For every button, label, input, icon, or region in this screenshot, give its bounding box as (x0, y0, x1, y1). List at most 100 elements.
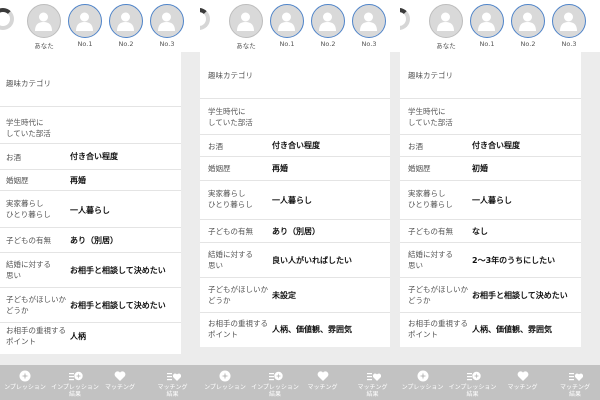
avatar-header: あなた No.1 No.2 No.3 (200, 0, 400, 52)
row-priority: お相手の重視する ポイント 人柄 (0, 323, 181, 354)
heart-icon (317, 371, 328, 381)
tab-label: ンプレッション (204, 384, 246, 391)
tab-label: インプレッション 結果 (51, 384, 99, 398)
avatar-label: No.3 (159, 40, 175, 48)
label-living: 実家暮らし ひとり暮らし (208, 189, 253, 209)
value-thoughts: お相手と相談して決めたい (70, 266, 166, 275)
row-alcohol: お酒 付き合い程度 (400, 135, 581, 157)
row-alcohol: お酒 付き合い程度 (200, 135, 390, 157)
tab-label: ンプレッション (401, 384, 444, 391)
avatar-label: No.2 (320, 40, 336, 48)
row-priority: お相手の重視する ポイント 人柄、価値観、雰囲気 (400, 313, 581, 347)
row-hobby: 趣味カテゴリ (400, 52, 581, 99)
tab-matching-results[interactable]: マッチング 結果 (150, 365, 195, 400)
tab-label: マッチング (507, 384, 538, 391)
value-priority: 人柄 (70, 332, 86, 341)
tab-label: ンプレッション (4, 384, 46, 391)
avatar-no1[interactable] (270, 4, 304, 38)
tab-impression[interactable]: ンプレッション (200, 365, 250, 400)
avatar-self[interactable] (429, 4, 463, 38)
label-club: 学生時代に していた部活 (208, 107, 253, 127)
avatar-no3[interactable] (150, 4, 184, 38)
value-marriage: 初婚 (472, 164, 488, 173)
row-club: 学生時代に していた部活 (400, 99, 581, 135)
list-sparkle-icon (69, 371, 83, 381)
row-club: 学生時代に していた部活 (200, 99, 390, 135)
label-thoughts: 結婚に対する 思い (208, 250, 253, 270)
avatar-no3[interactable] (552, 4, 586, 38)
avatar-no2[interactable] (511, 4, 545, 38)
row-thoughts: 結婚に対する 思い 2〜3年のうちにしたい (400, 243, 581, 278)
avatar-label: No.2 (520, 40, 536, 48)
label-marriage: 婚姻歴 (408, 164, 431, 173)
tab-label: マッチング (104, 384, 135, 391)
row-hobby: 趣味カテゴリ (0, 52, 181, 107)
tab-label: マッチング 結果 (357, 384, 388, 398)
avatar-self[interactable] (229, 4, 263, 38)
row-club: 学生時代に していた部活 (0, 107, 181, 144)
value-want-children: 未設定 (272, 291, 296, 300)
avatar-label: あなた (34, 42, 54, 50)
value-priority: 人柄、価値観、雰囲気 (472, 325, 552, 334)
value-alcohol: 付き合い程度 (272, 141, 320, 150)
avatar-no3[interactable] (352, 4, 386, 38)
label-thoughts: 結婚に対する 思い (6, 260, 51, 280)
label-club: 学生時代に していた部活 (6, 118, 51, 138)
value-living: 一人暮らし (472, 196, 512, 205)
label-priority: お相手の重視する ポイント (6, 326, 66, 346)
loading-spinner-icon (0, 8, 14, 30)
profile-card: 趣味カテゴリ 学生時代に していた部活 お酒 付き合い程度 婚姻歴 再婚 実家暮ら… (0, 52, 181, 354)
row-marriage: 婚姻歴 再婚 (200, 157, 390, 181)
label-marriage: 婚姻歴 (6, 176, 29, 185)
avatar-label: No.3 (361, 40, 377, 48)
tab-matching[interactable]: マッチング (500, 365, 545, 400)
avatar-label: No.3 (561, 40, 577, 48)
value-marriage: 再婚 (70, 176, 86, 185)
label-hobby: 趣味カテゴリ (408, 71, 453, 80)
tab-matching-results[interactable]: マッチング 結果 (550, 365, 600, 400)
tab-matching[interactable]: マッチング (300, 365, 345, 400)
profile-compare-panel-1: あなた No.1 No.2 No.3 趣味カテゴリ 学生時代に していた部活 お酒… (0, 0, 200, 400)
avatar-no1[interactable] (470, 4, 504, 38)
list-heart-icon (166, 373, 181, 381)
row-want-children: 子どもがほしいか どうか お相手と相談して決めたい (0, 288, 181, 323)
profile-card: 趣味カテゴリ 学生時代に していた部活 お酒 付き合い程度 婚姻歴 初婚 実家暮ら… (400, 52, 581, 347)
profile-card: 趣味カテゴリ 学生時代に していた部活 お酒 付き合い程度 婚姻歴 再婚 実家暮ら… (200, 52, 390, 347)
row-children: 子どもの有無 あり（別居） (200, 220, 390, 243)
avatar-no2[interactable] (109, 4, 143, 38)
label-want-children: 子どもがほしいか どうか (208, 285, 268, 305)
profile-compare-panel-3: あなた No.1 No.2 No.3 趣味カテゴリ 学生時代に していた部活 お酒… (400, 0, 600, 400)
row-thoughts: 結婚に対する 思い 良い人がいればしたい (200, 243, 390, 278)
label-priority: お相手の重視する ポイント (408, 319, 468, 339)
tab-impression-results[interactable]: インプレッション 結果 (50, 365, 100, 400)
value-alcohol: 付き合い程度 (472, 141, 520, 150)
avatar-no1[interactable] (68, 4, 102, 38)
row-children: 子どもの有無 なし (400, 220, 581, 243)
tab-impression-results[interactable]: インプレッション 結果 (250, 365, 300, 400)
avatar-label: No.1 (479, 40, 495, 48)
label-want-children: 子どもがほしいか どうか (6, 295, 66, 315)
row-hobby: 趣味カテゴリ (200, 52, 390, 99)
label-hobby: 趣味カテゴリ (208, 71, 253, 80)
tab-label: インプレッション 結果 (251, 384, 299, 398)
label-thoughts: 結婚に対する 思い (408, 250, 453, 270)
value-living: 一人暮らし (70, 206, 110, 215)
tab-impression[interactable]: ンプレッション (400, 365, 445, 400)
row-want-children: 子どもがほしいか どうか 未設定 (200, 278, 390, 313)
tab-impression-results[interactable]: インプレッション 結果 (445, 365, 500, 400)
avatar-self[interactable] (27, 4, 61, 38)
avatar-no2[interactable] (311, 4, 345, 38)
tab-matching[interactable]: マッチング (100, 365, 140, 400)
avatar-label: No.1 (77, 40, 93, 48)
avatar-label: No.1 (279, 40, 295, 48)
tab-label: マッチング 結果 (157, 384, 188, 398)
avatar-label: あなた (236, 42, 256, 50)
tab-matching-results[interactable]: マッチング 結果 (350, 365, 395, 400)
tab-impression[interactable]: ンプレッション (0, 365, 50, 400)
value-marriage: 再婚 (272, 164, 288, 173)
label-alcohol: お酒 (208, 142, 223, 151)
list-sparkle-icon (269, 371, 283, 381)
sparkle-icon (19, 370, 31, 382)
tab-label: マッチング (307, 384, 338, 391)
avatar-header: あなた No.1 No.2 No.3 (400, 0, 600, 52)
